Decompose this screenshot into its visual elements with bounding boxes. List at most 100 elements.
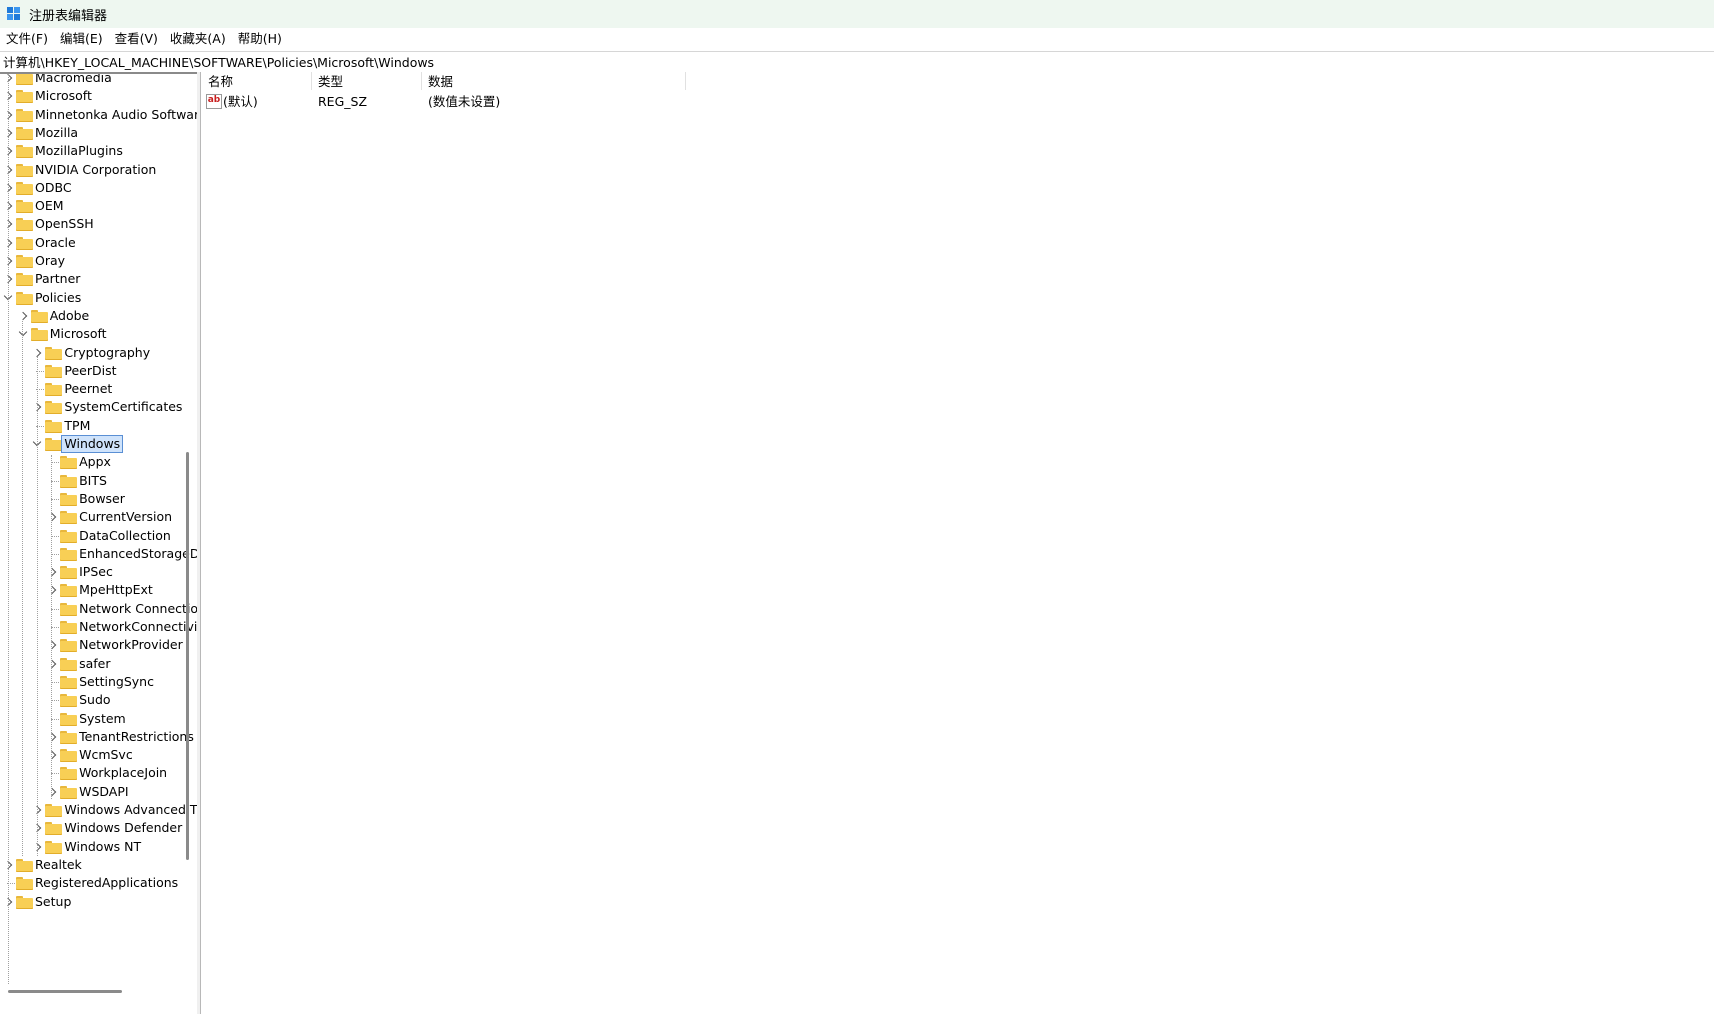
tree-item[interactable]: System [0,709,198,729]
tree-item[interactable]: Oray [0,251,198,271]
menu-edit[interactable]: 编辑(E) [54,28,109,50]
tree-item[interactable]: Windows NT [0,837,198,857]
tree-guide-line [51,455,52,799]
folder-icon [16,200,33,214]
tree-item[interactable]: Microsoft [0,86,198,106]
tree-item[interactable]: Minnetonka Audio Software [0,105,198,125]
folder-icon [60,639,78,653]
tree-item[interactable]: safer [0,654,198,674]
tree-item[interactable]: Windows [0,434,198,454]
tree-item-label: WSDAPI [79,783,129,799]
tree-vertical-scrollbar[interactable] [186,452,189,860]
tree-connector [51,773,60,775]
tree-item[interactable]: MpeHttpExt [0,580,198,600]
folder-icon [60,456,78,470]
chevron-right-icon[interactable] [48,580,56,600]
tree-item[interactable]: WSDAPI [0,782,198,802]
folder-icon [16,90,33,104]
folder-icon [60,621,78,634]
tree-item-label: MozillaPlugins [35,143,123,159]
tree-item[interactable]: Windows Defender [0,818,198,838]
tree-connector [51,553,60,555]
tree-item[interactable]: WcmSvc [0,745,198,765]
tree-item[interactable]: DataCollection [0,526,198,546]
tree-item[interactable]: MozillaPlugins [0,141,198,161]
tree-item-label: Peernet [64,381,113,397]
column-header-name[interactable]: 名称 [208,72,233,91]
tree-item-label: safer [79,655,111,671]
tree-item[interactable]: Sudo [0,690,198,710]
tree-item-label: Microsoft [49,326,107,342]
tree-item[interactable]: RegisteredApplications [0,873,198,893]
tree-item[interactable]: Bowser [0,489,198,509]
chevron-right-icon[interactable] [48,745,56,765]
tree-item-label: Network Connections [79,600,198,616]
tree-item[interactable]: Appx [0,452,198,472]
menu-favorites[interactable]: 收藏夹(A) [164,28,232,50]
tree-item[interactable]: SystemCertificates [0,397,198,417]
tree-item[interactable]: NetworkProvider [0,635,198,655]
folder-icon [30,328,48,342]
chevron-right-icon[interactable] [48,562,56,582]
tree-item[interactable]: OpenSSH [0,214,198,234]
chevron-right-icon[interactable] [48,727,56,747]
tree-item[interactable]: Partner [0,269,198,289]
menu-file[interactable]: 文件(F) [0,28,54,50]
tree-item[interactable]: PeerDist [0,361,198,381]
tree-item[interactable]: Adobe [0,306,198,326]
folder-icon [45,822,63,836]
folder-icon [60,511,78,525]
tree-item-label: Adobe [49,307,90,323]
tree-item[interactable]: CurrentVersion [0,507,198,527]
chevron-right-icon[interactable] [48,654,56,674]
tree-item[interactable]: BITS [0,471,198,491]
tree-item[interactable]: Mozilla [0,123,198,143]
column-header-type[interactable]: 类型 [318,72,343,91]
tree-item[interactable]: Policies [0,288,198,308]
tree-item[interactable]: Cryptography [0,343,198,363]
tree-item[interactable]: TPM [0,416,198,436]
tree-item[interactable]: IPSec [0,562,198,582]
tree-item[interactable]: Network Connections [0,599,198,619]
chevron-right-icon[interactable] [48,635,56,655]
tree-connector [51,498,60,500]
tree-item[interactable]: Setup [0,892,198,912]
tree-item-label: Partner [35,271,81,287]
key-tree-pane: Macromedia Microsoft Minnetonka Audio Soft… [0,74,205,1014]
folder-icon [45,419,63,433]
tree-item-label: Bowser [79,490,125,506]
tree-item-label: Microsoft [35,88,92,104]
tree-item-label: Windows NT [64,838,142,854]
tree-item[interactable]: NetworkConnectivityStatusIndicator [0,617,198,637]
column-separator[interactable] [685,72,686,90]
tree-item[interactable]: Peernet [0,379,198,399]
tree-item[interactable]: SettingSync [0,672,198,692]
tree-item[interactable]: Microsoft [0,324,198,344]
tree-item[interactable]: EnhancedStorageDevices [0,544,198,564]
tree-item[interactable]: Realtek [0,855,198,875]
tree-item[interactable]: WorkplaceJoin [0,763,198,783]
tree-item[interactable]: Windows Advanced Threat Protection [0,800,198,820]
menu-help[interactable]: 帮助(H) [232,28,288,50]
tree-horizontal-scrollbar[interactable] [8,990,122,993]
address-bar[interactable]: 计算机\HKEY_LOCAL_MACHINE\SOFTWARE\Policies… [0,51,1714,74]
tree-item[interactable]: ODBC [0,178,198,198]
tree-connector [51,718,60,720]
tree-guide-line [8,74,9,984]
column-separator[interactable] [311,72,312,90]
column-header-data[interactable]: 数据 [428,72,453,91]
folder-icon [60,474,78,488]
value-row[interactable]: ab (默认) REG_SZ (数值未设置) [201,92,701,112]
column-separator[interactable] [421,72,422,90]
tree-item[interactable]: TenantRestrictions [0,727,198,747]
folder-icon [30,309,48,323]
chevron-right-icon[interactable] [48,782,56,802]
tree-item[interactable]: NVIDIA Corporation [0,160,198,180]
chevron-right-icon[interactable] [48,507,56,527]
menu-view[interactable]: 查看(V) [109,28,164,50]
folder-icon [45,364,63,378]
folder-icon [60,657,78,671]
tree-item[interactable]: Oracle [0,233,198,253]
tree-item-label: Policies [35,289,82,305]
tree-item[interactable]: OEM [0,196,198,216]
